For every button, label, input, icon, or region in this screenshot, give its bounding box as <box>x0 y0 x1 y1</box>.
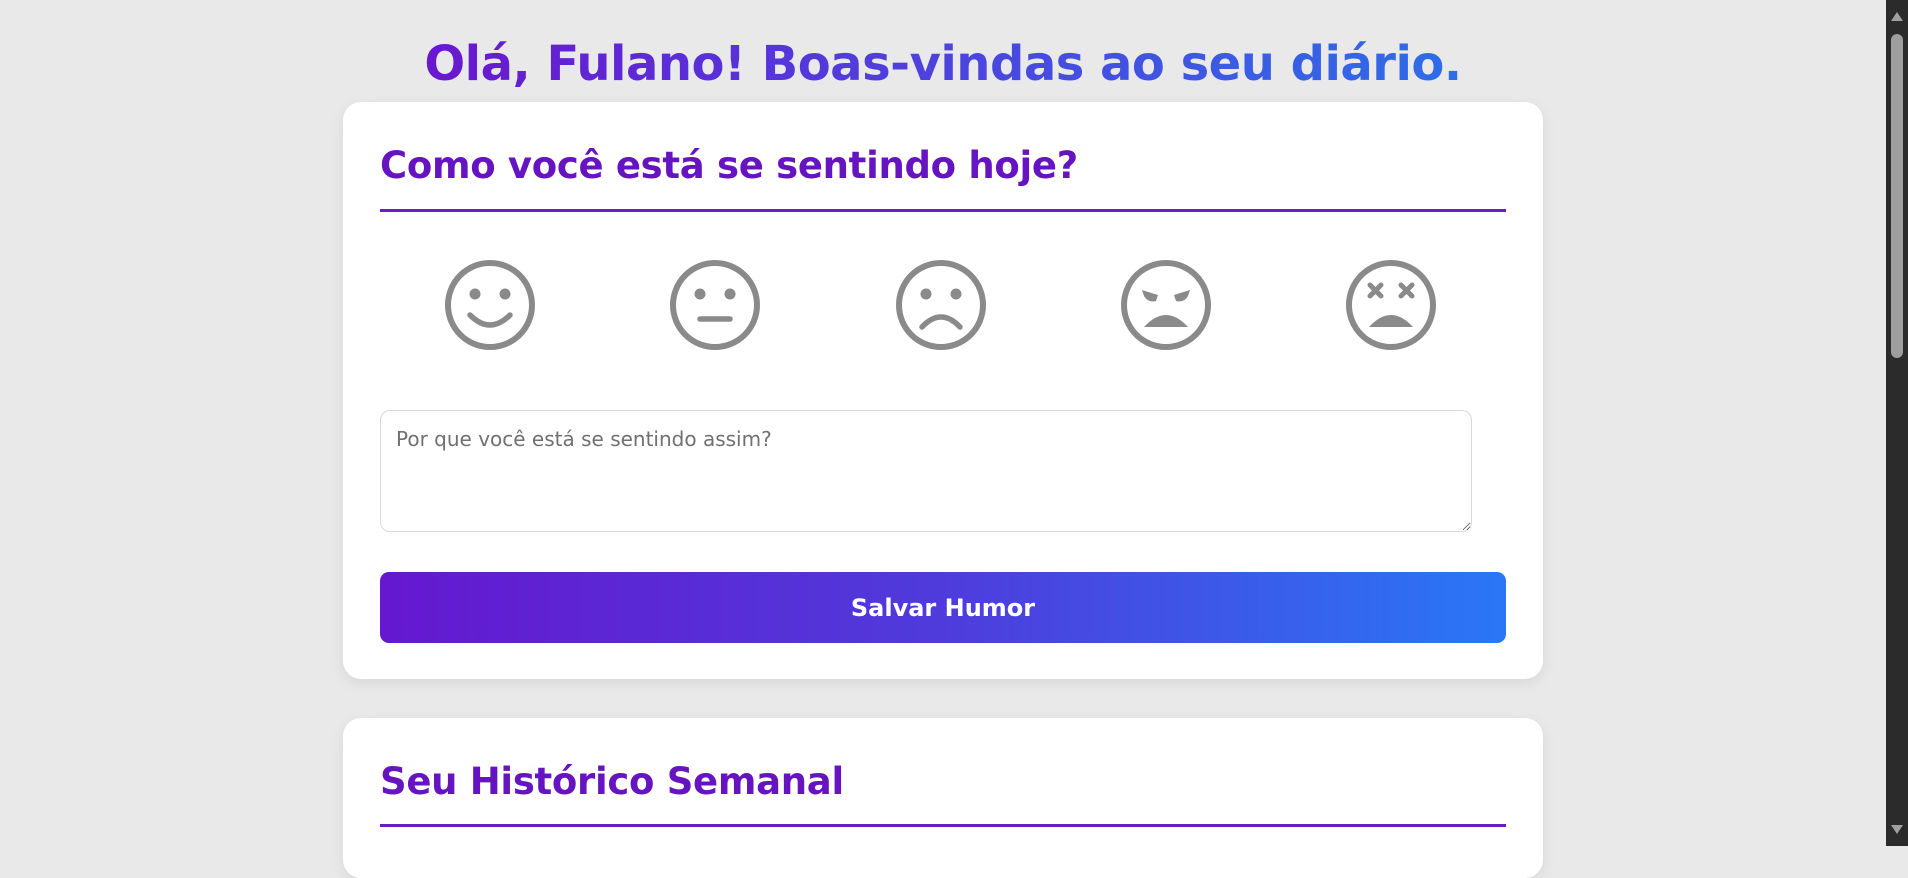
sad-face-icon <box>896 260 986 350</box>
exhausted-face-icon <box>1346 260 1436 350</box>
scroll-down-arrow-icon[interactable] <box>1891 825 1903 834</box>
happy-face-icon <box>445 260 535 350</box>
neutral-face-icon <box>670 260 760 350</box>
page: Olá, Fulano! Boas-vindas ao seu diário. … <box>0 0 1886 878</box>
history-card: Seu Histórico Semanal <box>343 718 1543 878</box>
save-mood-button[interactable]: Salvar Humor <box>380 572 1506 643</box>
mood-options <box>380 257 1506 353</box>
welcome-heading: Olá, Fulano! Boas-vindas ao seu diário. <box>0 30 1886 98</box>
angry-face-icon <box>1121 260 1211 350</box>
vertical-scrollbar[interactable] <box>1886 0 1908 846</box>
mood-card-title: Como você está se sentindo hoje? <box>380 144 1078 187</box>
scrollbar-thumb[interactable] <box>1891 34 1903 358</box>
mood-reason-textarea[interactable] <box>380 410 1472 532</box>
history-card-title: Seu Histórico Semanal <box>380 760 844 803</box>
mood-option-angry[interactable] <box>1118 257 1214 353</box>
mood-card: Como você está se sentindo hoje? Por que… <box>343 102 1543 679</box>
mood-option-neutral[interactable] <box>667 257 763 353</box>
scroll-up-arrow-icon[interactable] <box>1891 12 1903 21</box>
history-card-divider <box>380 824 1506 827</box>
welcome-text: Olá, Fulano! Boas-vindas ao seu diário. <box>424 36 1462 92</box>
mood-card-divider <box>380 209 1506 212</box>
mood-option-happy[interactable] <box>442 257 538 353</box>
mood-option-sad[interactable] <box>893 257 989 353</box>
mood-option-exhausted[interactable] <box>1343 257 1439 353</box>
